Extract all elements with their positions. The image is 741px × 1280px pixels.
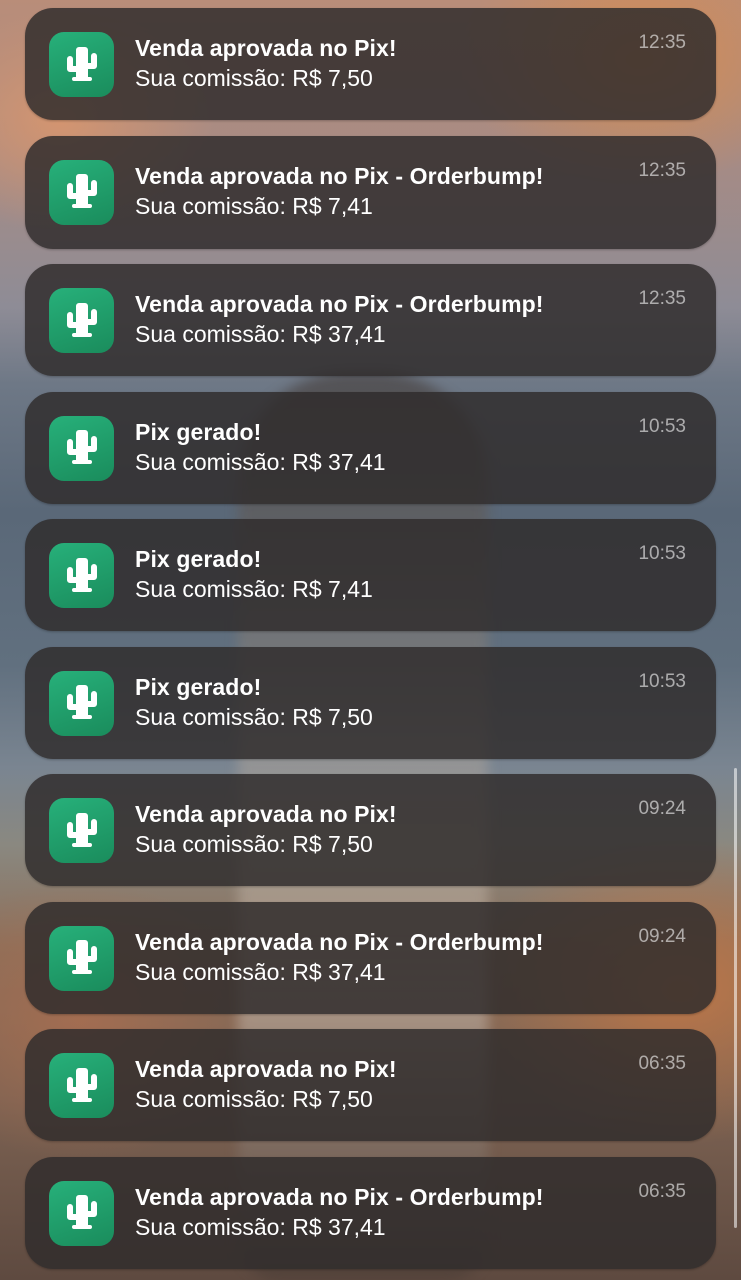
cactus-icon bbox=[49, 543, 114, 608]
notification-time: 12:35 bbox=[638, 159, 686, 181]
notification-title: Venda aprovada no Pix! bbox=[135, 801, 397, 827]
notification-title: Pix gerado! bbox=[135, 546, 262, 572]
notification-body: Sua comissão: R$ 7,41 bbox=[135, 192, 373, 219]
notification-card[interactable]: Venda aprovada no Pix! Sua comissão: R$ … bbox=[25, 8, 716, 120]
notification-time: 10:53 bbox=[638, 543, 686, 564]
notification-title: Venda aprovada no Pix - Orderbump! bbox=[135, 162, 544, 189]
notification-time: 06:35 bbox=[638, 1053, 686, 1074]
notification-card[interactable]: Venda aprovada no Pix - Orderbump! Sua c… bbox=[25, 901, 716, 1014]
notification-card[interactable]: Venda aprovada no Pix - Orderbump! Sua c… bbox=[25, 264, 716, 376]
cactus-icon bbox=[49, 159, 114, 225]
notification-card[interactable]: Pix gerado! Sua comissão: R$ 7,41 10:53 bbox=[25, 519, 716, 631]
notification-body: Sua comissão: R$ 37,41 bbox=[135, 448, 386, 475]
notification-time: 09:24 bbox=[638, 925, 686, 947]
cactus-icon bbox=[49, 288, 114, 353]
notification-time: 09:24 bbox=[638, 798, 686, 819]
notification-time: 12:35 bbox=[638, 32, 686, 53]
notification-time: 10:53 bbox=[638, 415, 686, 437]
notification-body: Sua comissão: R$ 37,41 bbox=[135, 958, 386, 985]
notification-card[interactable]: Pix gerado! Sua comissão: R$ 37,41 10:53 bbox=[25, 391, 716, 504]
scroll-indicator[interactable] bbox=[734, 768, 737, 1228]
notification-body: Sua comissão: R$ 7,50 bbox=[135, 65, 373, 91]
notification-title: Venda aprovada no Pix - Orderbump! bbox=[135, 1183, 544, 1210]
cactus-icon bbox=[49, 1180, 114, 1246]
notification-body: Sua comissão: R$ 7,41 bbox=[135, 576, 373, 602]
notification-body: Sua comissão: R$ 7,50 bbox=[135, 831, 373, 857]
notification-title: Venda aprovada no Pix - Orderbump! bbox=[135, 291, 544, 317]
notification-time: 10:53 bbox=[638, 670, 686, 692]
notification-card[interactable]: Venda aprovada no Pix! Sua comissão: R$ … bbox=[25, 1029, 716, 1141]
notification-title: Venda aprovada no Pix - Orderbump! bbox=[135, 928, 544, 955]
notification-body: Sua comissão: R$ 7,50 bbox=[135, 1086, 373, 1112]
cactus-icon bbox=[49, 32, 114, 97]
cactus-icon bbox=[49, 670, 114, 736]
notification-title: Venda aprovada no Pix! bbox=[135, 35, 397, 61]
notification-title: Pix gerado! bbox=[135, 673, 262, 700]
notification-body: Sua comissão: R$ 7,50 bbox=[135, 703, 373, 730]
notification-card[interactable]: Venda aprovada no Pix - Orderbump! Sua c… bbox=[25, 1156, 716, 1269]
cactus-icon bbox=[49, 415, 114, 481]
notification-body: Sua comissão: R$ 37,41 bbox=[135, 321, 386, 347]
notification-title: Pix gerado! bbox=[135, 418, 262, 445]
notification-list[interactable]: Venda aprovada no Pix! Sua comissão: R$ … bbox=[25, 8, 716, 1280]
cactus-icon bbox=[49, 925, 114, 991]
cactus-icon bbox=[49, 798, 114, 863]
notification-body: Sua comissão: R$ 37,41 bbox=[135, 1213, 386, 1240]
notification-card[interactable]: Venda aprovada no Pix - Orderbump! Sua c… bbox=[25, 135, 716, 249]
notification-card[interactable]: Pix gerado! Sua comissão: R$ 7,50 10:53 bbox=[25, 646, 716, 759]
notification-title: Venda aprovada no Pix! bbox=[135, 1056, 397, 1082]
notification-time: 06:35 bbox=[638, 1180, 686, 1202]
cactus-icon bbox=[49, 1053, 114, 1118]
notification-time: 12:35 bbox=[638, 288, 686, 309]
notification-card[interactable]: Venda aprovada no Pix! Sua comissão: R$ … bbox=[25, 774, 716, 886]
